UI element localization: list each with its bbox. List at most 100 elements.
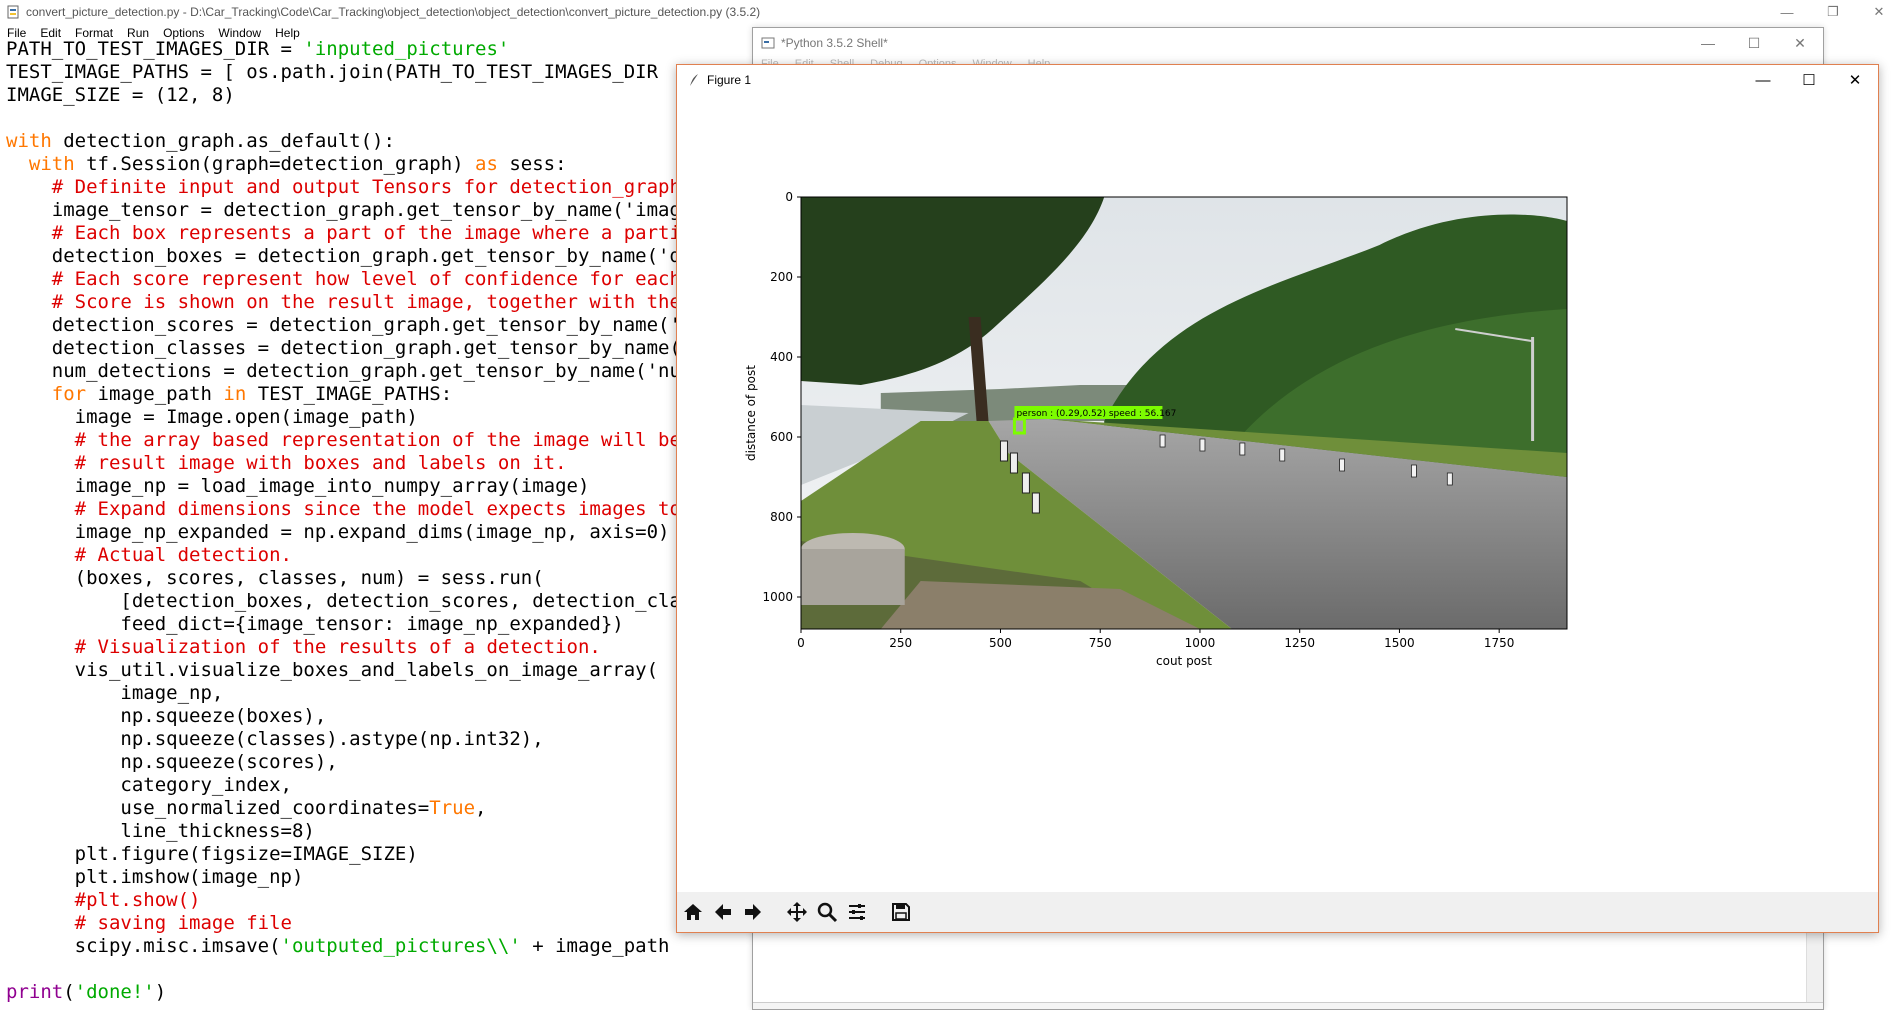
code-token: TEST_IMAGE_PATHS = [ os.path.join(PATH_T… (6, 61, 659, 83)
code-token: tf.Session(graph=detection_graph) (74, 153, 476, 175)
configure-subplots-button[interactable] (843, 898, 871, 926)
figure-window-controls: — ☐ ✕ (1740, 65, 1878, 95)
x-tick-label: 1250 (1284, 636, 1315, 650)
save-button[interactable] (887, 898, 915, 926)
x-tick-label: 250 (889, 636, 912, 650)
shell-window-controls: — ☐ ✕ (1685, 28, 1823, 58)
code-token: # Definite input and output Tensors for … (51, 176, 681, 198)
code-token: # Actual detection. (74, 544, 292, 566)
shell-close-button[interactable]: ✕ (1777, 28, 1823, 58)
code-token: ( (63, 981, 75, 1003)
back-icon (715, 904, 731, 920)
code-token: with (6, 130, 52, 152)
x-tick-label: 1750 (1484, 636, 1515, 650)
y-tick-label: 0 (785, 190, 793, 204)
code-token: np.squeeze(classes).astype(np.int32), (6, 728, 544, 750)
code-token: as (475, 153, 498, 175)
code-token: # saving image file (74, 912, 292, 934)
shell-minimize-button[interactable]: — (1685, 28, 1731, 58)
code-token: image_path (86, 383, 224, 405)
x-tick-label: 0 (797, 636, 805, 650)
matplotlib-figure-window: Figure 1 — ☐ ✕ person : (0.29,0.52) spee… (676, 64, 1879, 933)
road-photo-image (801, 197, 1567, 629)
code-token: image_np_expanded = np.expand_dims(image… (6, 521, 670, 543)
code-token: #plt.show() (74, 889, 201, 911)
figure-canvas[interactable]: person : (0.29,0.52) speed : 56.167 0 250… (677, 95, 1878, 892)
shell-titlebar[interactable]: *Python 3.5.2 Shell* (753, 28, 1823, 58)
y-tick-label: 200 (770, 270, 793, 284)
back-button[interactable] (709, 898, 737, 926)
editor-close-button[interactable]: ✕ (1856, 0, 1902, 24)
code-token: 'outputed_pictures\\' (280, 935, 521, 957)
y-axis-ticks: 0 200 400 600 800 1000 (762, 190, 801, 604)
home-icon (684, 904, 702, 920)
figure-title: Figure 1 (707, 73, 752, 87)
y-tick-label: 1000 (762, 590, 793, 604)
python-file-icon (7, 5, 19, 19)
pan-button[interactable] (783, 898, 811, 926)
code-token: PATH_TO_TEST_IMAGES_DIR = (6, 38, 304, 60)
editor-window-controls: — ❐ ✕ (1764, 0, 1902, 24)
code-token: + image_path (520, 935, 670, 957)
code-token: feed_dict={image_tensor: image_np_expand… (6, 613, 624, 635)
x-tick-label: 500 (989, 636, 1012, 650)
code-token: ) (154, 981, 167, 1003)
zoom-button[interactable] (813, 898, 841, 926)
code-token: category_index, (6, 774, 292, 796)
code-token: image = Image.open(image_path) (6, 406, 418, 428)
feather-icon (690, 74, 698, 86)
code-token: in (223, 383, 247, 405)
code-token: # result image with boxes and labels on … (74, 452, 567, 474)
zoom-icon (817, 902, 838, 923)
figure-minimize-button[interactable]: — (1740, 65, 1786, 95)
code-token: , (475, 797, 487, 819)
y-axis-label: distance of post (744, 365, 758, 461)
shell-restore-button[interactable]: ☐ (1731, 28, 1777, 58)
code-token: plt.imshow(image_np) (6, 866, 304, 888)
code-token: with (28, 153, 75, 175)
code-token: True (429, 797, 476, 819)
code-token: (boxes, scores, classes, num) = sess.run… (6, 567, 544, 589)
figure-restore-button[interactable]: ☐ (1786, 65, 1832, 95)
code-token: vis_util.visualize_boxes_and_labels_on_i… (6, 659, 659, 681)
y-tick-label: 600 (770, 430, 793, 444)
code-token: for (51, 383, 87, 405)
home-button[interactable] (679, 898, 707, 926)
code-token: image_np = load_image_into_numpy_array(i… (6, 475, 590, 497)
shell-title: *Python 3.5.2 Shell* (781, 36, 888, 50)
editor-title: convert_picture_detection.py - D:\Car_Tr… (26, 5, 761, 19)
editor-minimize-button[interactable]: — (1764, 0, 1810, 24)
y-tick-label: 400 (770, 350, 793, 364)
x-axis-ticks: 0 250 500 750 1000 1250 1500 1750 (797, 629, 1514, 650)
figure-close-button[interactable]: ✕ (1832, 65, 1878, 95)
detection-label: person : (0.29,0.52) speed : 56.167 (1016, 409, 1176, 419)
save-icon (892, 903, 910, 921)
code-line: scipy.misc.imsave('outputed_pictures\\' … (6, 935, 806, 958)
configure-subplots-icon (849, 904, 865, 920)
code-token: image_np, (6, 682, 224, 704)
figure-titlebar[interactable]: Figure 1 (677, 65, 1878, 95)
code-token: # Visualization of the results of a dete… (74, 636, 601, 658)
forward-icon (745, 904, 761, 920)
python-shell-icon (761, 37, 775, 49)
x-tick-label: 1500 (1384, 636, 1415, 650)
code-token: np.squeeze(scores), (6, 751, 338, 773)
x-tick-label: 1000 (1185, 636, 1216, 650)
code-token: scipy.misc.imsave( (6, 935, 281, 957)
forward-button[interactable] (739, 898, 767, 926)
editor-restore-button[interactable]: ❐ (1810, 0, 1856, 24)
y-tick-label: 800 (770, 510, 793, 524)
code-token: np.squeeze(boxes), (6, 705, 327, 727)
x-tick-label: 750 (1089, 636, 1112, 650)
editor-titlebar[interactable]: convert_picture_detection.py - D:\Car_Tr… (0, 0, 1902, 24)
code-line: print('done!') (6, 981, 806, 1004)
